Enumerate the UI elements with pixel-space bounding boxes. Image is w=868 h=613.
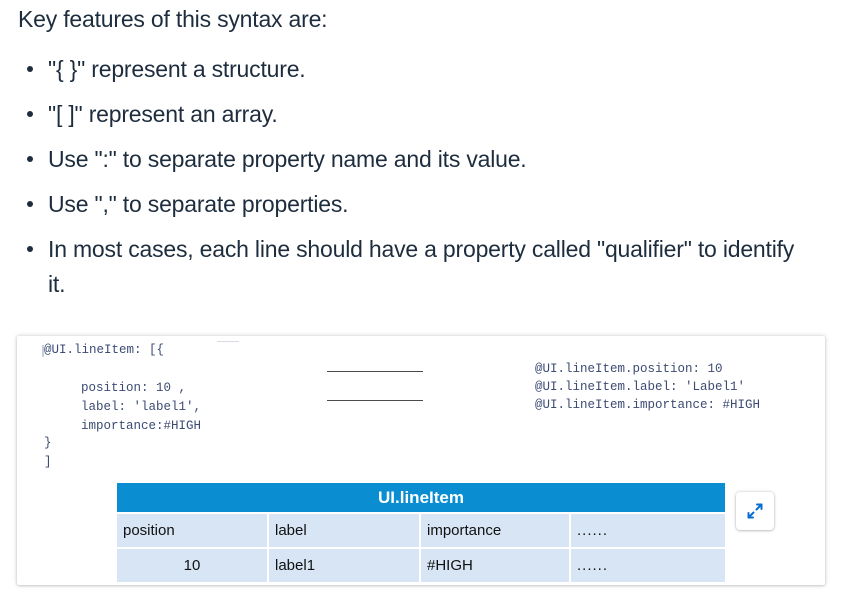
code-line: @UI.lineItem.position: 10 — [535, 362, 723, 376]
feature-item: "{ }" represent a structure. — [20, 52, 810, 87]
table-cell: label1 — [269, 549, 421, 582]
code-line: importance:#HIGH — [81, 419, 202, 433]
table-cell: ...... — [577, 522, 609, 539]
code-line: ] — [44, 455, 52, 469]
table-cell: ...... — [577, 557, 609, 574]
connector-line — [327, 400, 423, 401]
table-row: 10 label1 #HIGH ...... — [117, 549, 725, 582]
code-line: } — [44, 436, 52, 450]
code-line: @UI.lineItem.importance: #HIGH — [535, 398, 761, 412]
expand-image-button[interactable] — [736, 492, 774, 530]
table-header-row: position label importance ...... — [117, 514, 725, 547]
table-cell: #HIGH — [421, 549, 571, 582]
feature-item: "[ ]" represent an array. — [20, 97, 810, 132]
code-line: @UI.lineItem.label: 'Label1' — [535, 380, 746, 394]
table-cell: 10 — [117, 549, 269, 582]
feature-item: Use "," to separate properties. — [20, 187, 810, 222]
table-cell: importance — [421, 514, 571, 547]
table-cell: label — [269, 514, 421, 547]
code-line: @UI.lineItem: [{ — [44, 343, 165, 357]
syntax-figure: @UI.lineItem: [{ position: 10 , label: '… — [17, 336, 825, 585]
divider — [217, 341, 239, 342]
code-line: label: 'label1', — [81, 400, 202, 414]
connector-line — [327, 371, 423, 372]
page: Key features of this syntax are: "{ }" r… — [0, 0, 868, 613]
table-title: UI.lineItem — [117, 483, 725, 512]
code-line: position: 10 , — [81, 381, 187, 395]
table-cell: position — [117, 514, 269, 547]
feature-list: "{ }" represent a structure. "[ ]" repre… — [20, 52, 810, 312]
line-item-table: UI.lineItem position label importance ..… — [117, 483, 725, 582]
feature-item: In most cases, each line should have a p… — [20, 232, 810, 302]
feature-item: Use ":" to separate property name and it… — [20, 142, 810, 177]
intro-text: Key features of this syntax are: — [18, 6, 328, 32]
expand-diagonal-arrows-icon — [747, 503, 763, 519]
